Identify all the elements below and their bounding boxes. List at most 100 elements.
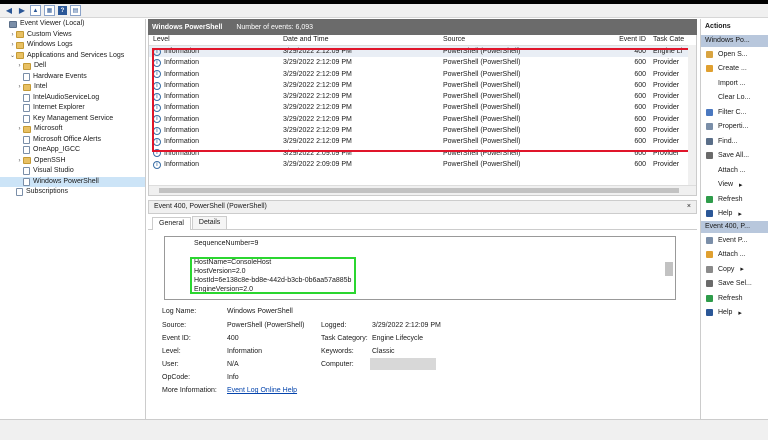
xml-sequence: SequenceNumber=9 bbox=[194, 240, 259, 247]
action-item[interactable]: Refresh bbox=[701, 291, 768, 306]
action-label: Copy bbox=[718, 265, 735, 273]
tree-item[interactable]: OneApp_IGCC bbox=[0, 145, 145, 156]
tree-item[interactable]: Microsoft Office Alerts bbox=[0, 135, 145, 146]
scroll-thumb[interactable] bbox=[159, 188, 679, 193]
chevron-right-icon[interactable]: › bbox=[16, 156, 23, 167]
logged-label: Logged: bbox=[321, 322, 347, 329]
action-item[interactable]: Clear Lo... bbox=[701, 91, 768, 106]
tab-details[interactable]: Details bbox=[191, 216, 228, 229]
chevron-right-icon[interactable]: › bbox=[16, 82, 23, 93]
action-item[interactable]: Copy ▸ bbox=[701, 262, 768, 277]
tree-item[interactable]: Subscriptions bbox=[0, 187, 145, 198]
action-label: Event P... bbox=[718, 236, 748, 244]
table-row[interactable]: i Information 3/29/2022 2:12:09 PM PowerShe… bbox=[149, 114, 696, 125]
actions-section-log[interactable]: Windows Po... bbox=[701, 35, 768, 47]
action-item[interactable]: Create ... bbox=[701, 62, 768, 77]
col-date[interactable]: Date and Time bbox=[279, 35, 439, 45]
folder-icon bbox=[23, 83, 31, 91]
action-icon bbox=[706, 152, 713, 160]
chevron-down-icon[interactable]: ⌄ bbox=[9, 51, 16, 62]
table-row[interactable]: i Information 3/29/2022 2:12:09 PM PowerShe… bbox=[149, 102, 696, 113]
table-row[interactable]: i Information 3/29/2022 2:09:09 PM PowerShe… bbox=[149, 148, 696, 159]
cell-source: PowerShell (PowerShell) bbox=[443, 149, 521, 157]
table-row[interactable]: i Information 3/29/2022 2:12:09 PM PowerShe… bbox=[149, 69, 696, 80]
cell-level: i Information bbox=[149, 91, 279, 102]
tree-item[interactable]: › Windows Logs bbox=[0, 40, 145, 51]
description-scroll-thumb[interactable] bbox=[665, 262, 673, 276]
tree-item[interactable]: Visual Studio bbox=[0, 166, 145, 177]
log-icon bbox=[23, 72, 30, 81]
action-item[interactable]: Open S... bbox=[701, 47, 768, 62]
action-item[interactable]: Import ... bbox=[701, 76, 768, 91]
action-icon bbox=[706, 94, 713, 102]
col-level[interactable]: Level bbox=[149, 35, 279, 45]
action-item[interactable]: Filter C... bbox=[701, 105, 768, 120]
folder-icon bbox=[23, 62, 31, 70]
action-item[interactable]: Event P... bbox=[701, 233, 768, 248]
action-item[interactable]: Attach ... bbox=[701, 248, 768, 263]
folder-up-icon[interactable]: ▲ bbox=[30, 5, 41, 16]
tree-item[interactable]: › Dell bbox=[0, 61, 145, 72]
cell-level: i Information bbox=[149, 46, 279, 57]
table-row[interactable]: i Information 3/29/2022 2:12:09 PM PowerShe… bbox=[149, 136, 696, 147]
tree-item[interactable]: Windows PowerShell bbox=[0, 176, 145, 187]
tree-item[interactable]: Hardware Events bbox=[0, 72, 145, 83]
cell-event-id: 600 bbox=[634, 104, 646, 112]
event-log-online-help-link[interactable]: Event Log Online Help bbox=[227, 387, 297, 394]
show-hide-tree-icon[interactable]: ▦ bbox=[44, 5, 55, 16]
actions-section-event[interactable]: Event 400, P... bbox=[701, 221, 768, 233]
table-row[interactable]: i Information 3/29/2022 2:12:09 PM PowerShe… bbox=[149, 57, 696, 68]
table-row[interactable]: i Information 3/29/2022 2:12:09 PM PowerShe… bbox=[149, 91, 696, 102]
log-icon bbox=[23, 177, 30, 186]
description-scrollbar[interactable] bbox=[663, 237, 675, 299]
tree-item[interactable]: ⌄ Applications and Services Logs bbox=[0, 51, 145, 62]
action-item[interactable]: Find... bbox=[701, 134, 768, 149]
cell-task-category: Engine Li bbox=[653, 48, 683, 55]
tree-item[interactable]: › Intel bbox=[0, 82, 145, 93]
action-item[interactable]: Help ▸ bbox=[701, 207, 768, 222]
col-event-id[interactable]: Event ID bbox=[564, 35, 650, 45]
information-icon: i bbox=[153, 81, 161, 90]
col-source[interactable]: Source bbox=[439, 35, 564, 45]
grid-horizontal-scrollbar[interactable] bbox=[149, 185, 696, 195]
action-item[interactable]: Refresh bbox=[701, 192, 768, 207]
action-item[interactable]: Help ▸ bbox=[701, 306, 768, 321]
tree-item[interactable]: IntelAudioServiceLog bbox=[0, 93, 145, 104]
action-item[interactable]: Save All... bbox=[701, 149, 768, 164]
close-icon[interactable]: × bbox=[687, 201, 691, 213]
action-label: Attach ... bbox=[718, 166, 746, 174]
chevron-right-icon[interactable]: › bbox=[16, 61, 23, 72]
col-task-category[interactable]: Task Cate bbox=[650, 35, 690, 45]
tree-item[interactable]: Event Viewer (Local) bbox=[0, 19, 145, 30]
submenu-arrow-icon: ▸ bbox=[740, 266, 744, 274]
action-label: Import ... bbox=[718, 79, 746, 87]
grid-vertical-scrollbar[interactable] bbox=[688, 45, 696, 185]
chevron-right-icon[interactable]: › bbox=[9, 40, 16, 51]
chevron-right-icon[interactable]: › bbox=[16, 124, 23, 135]
tree-item[interactable]: › Custom Views bbox=[0, 30, 145, 41]
show-hide-action-pane-icon[interactable]: ▤ bbox=[70, 5, 81, 16]
table-row[interactable]: i Information 3/29/2022 2:12:09 PM PowerShe… bbox=[149, 80, 696, 91]
table-row[interactable]: i Information 3/29/2022 2:12:09 PM PowerShe… bbox=[149, 46, 696, 58]
tree-item[interactable]: › Microsoft bbox=[0, 124, 145, 135]
event-viewer-icon bbox=[9, 20, 17, 28]
help-icon[interactable]: ? bbox=[58, 6, 67, 15]
cell-task-category: Provider bbox=[653, 115, 680, 123]
chevron-right-icon[interactable]: › bbox=[9, 30, 16, 41]
cell-source: PowerShell (PowerShell) bbox=[443, 93, 521, 101]
tree-item[interactable]: Internet Explorer bbox=[0, 103, 145, 114]
logged-value: 3/29/2022 2:12:09 PM bbox=[372, 322, 441, 329]
opcode-value: Info bbox=[227, 374, 239, 381]
back-icon[interactable]: ◀ bbox=[4, 6, 14, 16]
action-item[interactable]: View ▸ bbox=[701, 178, 768, 193]
action-item[interactable]: Save Sel... bbox=[701, 277, 768, 292]
table-row[interactable]: i Information 3/29/2022 2:12:09 PM PowerShe… bbox=[149, 125, 696, 136]
action-item[interactable]: Attach ... bbox=[701, 163, 768, 178]
tree-item[interactable]: › OpenSSH bbox=[0, 156, 145, 167]
tab-general[interactable]: General bbox=[152, 217, 191, 230]
forward-icon[interactable]: ▶ bbox=[17, 6, 27, 16]
event-description-box[interactable]: SequenceNumber=9 HostName=ConsoleHost Ho… bbox=[164, 236, 676, 300]
action-item[interactable]: Properti... bbox=[701, 120, 768, 135]
table-row[interactable]: i Information 3/29/2022 2:09:09 PM PowerShe… bbox=[149, 159, 696, 170]
tree-item[interactable]: Key Management Service bbox=[0, 114, 145, 125]
